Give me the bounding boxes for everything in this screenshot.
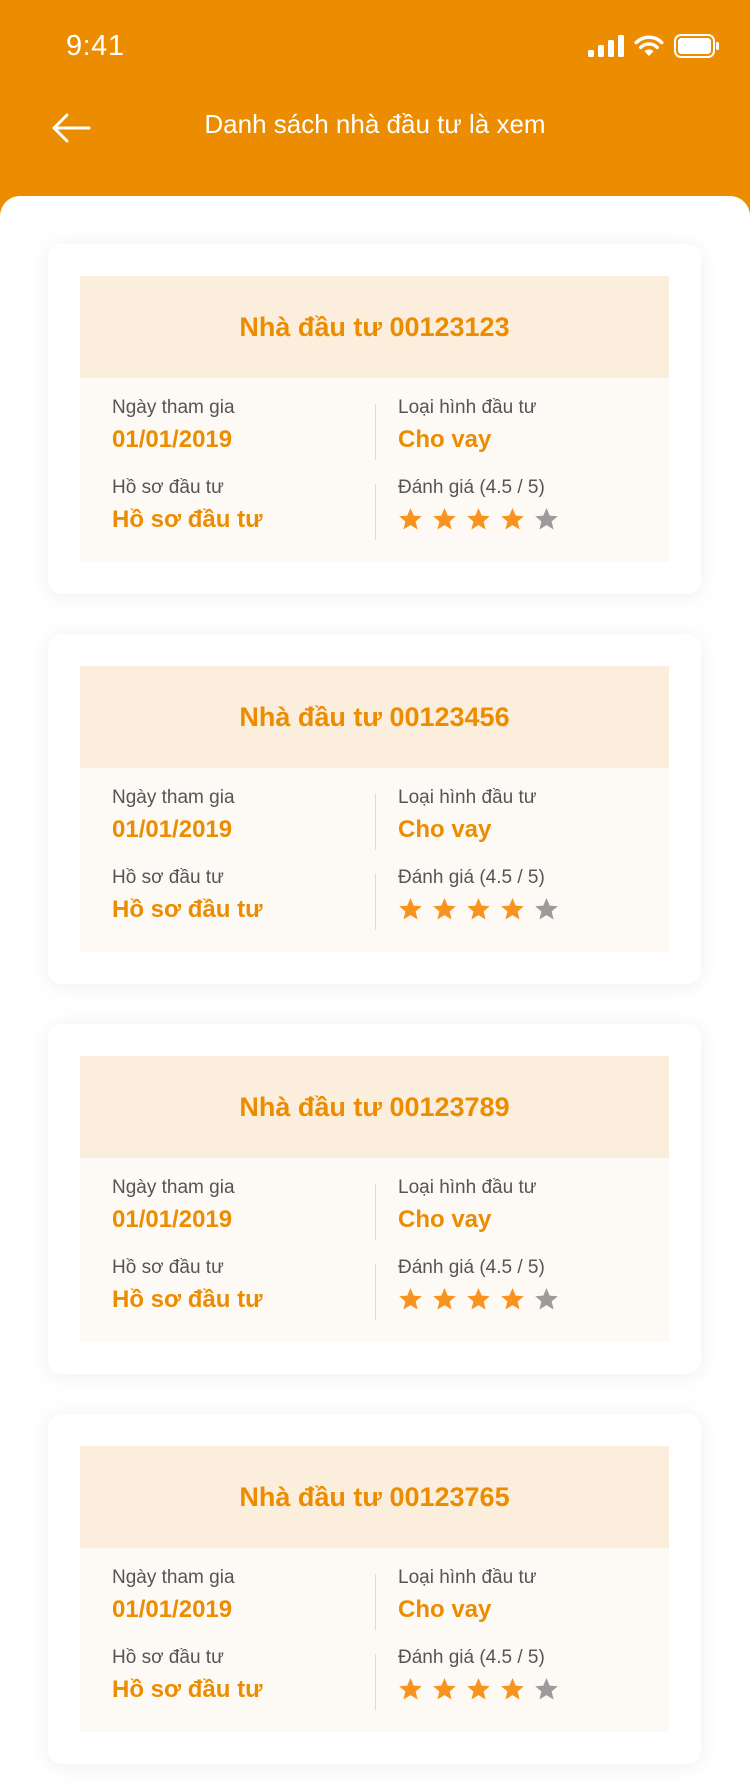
investment-type-field: Loại hình đầu tư Cho vay — [398, 1176, 536, 1235]
star-empty-icon — [535, 1678, 558, 1700]
join-date-field: Ngày tham gia 01/01/2019 — [112, 396, 235, 455]
rating-field: Đánh giá (4.5 / 5) — [398, 476, 559, 532]
investor-card-body: Nhà đầu tư 00123789 Ngày tham gia 01/01/… — [80, 1056, 669, 1342]
star-filled-icon — [399, 1678, 422, 1700]
rating-label: Đánh giá (4.5 / 5) — [398, 1647, 545, 1668]
investment-type-value: Cho vay — [398, 426, 492, 453]
rating-label: Đánh giá (4.5 / 5) — [398, 1257, 545, 1278]
divider — [375, 794, 376, 850]
investment-type-label: Loại hình đầu tư — [398, 397, 537, 418]
investor-card-body: Nhà đầu tư 00123456 Ngày tham gia 01/01/… — [80, 666, 669, 952]
page-title: Danh sách nhà đầu tư là xem — [204, 109, 546, 139]
investor-card[interactable]: Nhà đầu tư 00123789 Ngày tham gia 01/01/… — [48, 1024, 701, 1374]
status-time: 9:41 — [66, 30, 125, 62]
join-date-label: Ngày tham gia — [112, 1567, 235, 1588]
rating-field: Đánh giá (4.5 / 5) — [398, 866, 559, 922]
investment-type-value: Cho vay — [398, 1206, 492, 1233]
join-date-value: 01/01/2019 — [112, 1206, 233, 1233]
star-filled-icon — [433, 508, 456, 530]
rating-label: Đánh giá (4.5 / 5) — [398, 867, 545, 888]
join-date-label: Ngày tham gia — [112, 787, 235, 808]
star-filled-icon — [399, 1288, 422, 1310]
investment-type-field: Loại hình đầu tư Cho vay — [398, 1566, 536, 1625]
join-date-value: 01/01/2019 — [112, 816, 233, 843]
investor-card-body: Nhà đầu tư 00123765 Ngày tham gia 01/01/… — [80, 1446, 669, 1732]
investment-profile-field: Hồ sơ đầu tư Hồ sơ đầu tư — [112, 476, 262, 535]
join-date-field: Ngày tham gia 01/01/2019 — [112, 1176, 235, 1235]
battery-icon — [674, 34, 719, 58]
star-filled-icon — [399, 508, 422, 530]
join-date-field: Ngày tham gia 01/01/2019 — [112, 786, 235, 845]
investment-type-value: Cho vay — [398, 1596, 492, 1623]
status-icons — [588, 34, 720, 58]
investor-name: Nhà đầu tư 00123123 — [80, 276, 669, 378]
investment-profile-link[interactable]: Hồ sơ đầu tư — [112, 1675, 262, 1705]
investment-profile-link[interactable]: Hồ sơ đầu tư — [112, 1285, 262, 1315]
divider — [375, 1654, 376, 1710]
investment-profile-label: Hồ sơ đầu tư — [112, 867, 224, 888]
star-filled-icon — [501, 898, 524, 920]
star-filled-icon — [501, 1678, 524, 1700]
rating-field: Đánh giá (4.5 / 5) — [398, 1256, 559, 1312]
investment-type-value: Cho vay — [398, 816, 492, 843]
join-date-value: 01/01/2019 — [112, 1596, 233, 1623]
rating-stars — [398, 507, 559, 532]
investor-card[interactable]: Nhà đầu tư 00123456 Ngày tham gia 01/01/… — [48, 634, 701, 984]
divider — [375, 404, 376, 460]
investment-type-label: Loại hình đầu tư — [398, 1177, 537, 1198]
star-filled-icon — [467, 508, 490, 530]
investment-type-field: Loại hình đầu tư Cho vay — [398, 396, 536, 455]
investor-card[interactable]: Nhà đầu tư 00123765 Ngày tham gia 01/01/… — [48, 1414, 701, 1764]
divider — [375, 1264, 376, 1320]
star-filled-icon — [433, 898, 456, 920]
investment-profile-link[interactable]: Hồ sơ đầu tư — [112, 505, 262, 535]
investment-profile-label: Hồ sơ đầu tư — [112, 1647, 224, 1668]
app-header: 9:41 Danh sách nhà đầu tư là xem — [0, 0, 750, 210]
investment-profile-link[interactable]: Hồ sơ đầu tư — [112, 895, 262, 925]
divider — [375, 1574, 376, 1630]
star-filled-icon — [467, 1678, 490, 1700]
rating-stars — [398, 897, 559, 922]
star-filled-icon — [467, 1288, 490, 1310]
investment-type-label: Loại hình đầu tư — [398, 787, 537, 808]
star-empty-icon — [535, 508, 558, 530]
rating-label: Đánh giá (4.5 / 5) — [398, 477, 545, 498]
investment-profile-field: Hồ sơ đầu tư Hồ sơ đầu tư — [112, 1256, 262, 1315]
join-date-label: Ngày tham gia — [112, 1177, 235, 1198]
star-filled-icon — [467, 898, 490, 920]
investment-type-field: Loại hình đầu tư Cho vay — [398, 786, 536, 845]
divider — [375, 874, 376, 930]
investor-card[interactable]: Nhà đầu tư 00123123 Ngày tham gia 01/01/… — [48, 244, 701, 594]
star-empty-icon — [535, 898, 558, 920]
divider — [375, 1184, 376, 1240]
star-filled-icon — [399, 898, 422, 920]
investment-profile-label: Hồ sơ đầu tư — [112, 1257, 224, 1278]
investor-card-body: Nhà đầu tư 00123123 Ngày tham gia 01/01/… — [80, 276, 669, 562]
divider — [375, 484, 376, 540]
investment-type-label: Loại hình đầu tư — [398, 1567, 537, 1588]
star-filled-icon — [501, 508, 524, 530]
investor-list: Nhà đầu tư 00123123 Ngày tham gia 01/01/… — [0, 196, 750, 1792]
investment-profile-field: Hồ sơ đầu tư Hồ sơ đầu tư — [112, 1646, 262, 1705]
investor-name: Nhà đầu tư 00123456 — [80, 666, 669, 768]
join-date-label: Ngày tham gia — [112, 397, 235, 418]
cellular-signal-icon — [588, 35, 624, 57]
rating-field: Đánh giá (4.5 / 5) — [398, 1646, 559, 1702]
star-empty-icon — [535, 1288, 558, 1310]
investor-name: Nhà đầu tư 00123765 — [80, 1446, 669, 1548]
star-filled-icon — [501, 1288, 524, 1310]
investment-profile-field: Hồ sơ đầu tư Hồ sơ đầu tư — [112, 866, 262, 925]
investor-name: Nhà đầu tư 00123789 — [80, 1056, 669, 1158]
join-date-field: Ngày tham gia 01/01/2019 — [112, 1566, 235, 1625]
investment-profile-label: Hồ sơ đầu tư — [112, 477, 224, 498]
rating-stars — [398, 1287, 559, 1312]
star-filled-icon — [433, 1678, 456, 1700]
join-date-value: 01/01/2019 — [112, 426, 233, 453]
wifi-icon — [634, 35, 664, 56]
rating-stars — [398, 1677, 559, 1702]
star-filled-icon — [433, 1288, 456, 1310]
